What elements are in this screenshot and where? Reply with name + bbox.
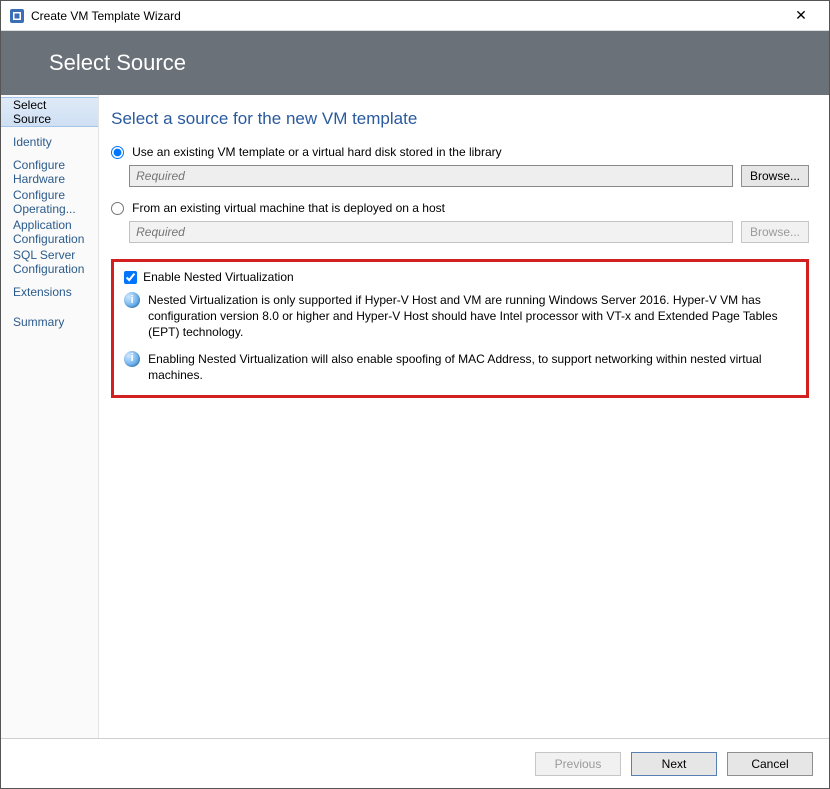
sidebar-item-configure-hardware[interactable]: Configure Hardware [1, 157, 98, 187]
banner-title: Select Source [49, 50, 186, 76]
radio-existing-template[interactable] [111, 146, 124, 159]
info-icon: i [124, 292, 140, 308]
close-icon[interactable]: ✕ [781, 7, 821, 24]
nested-virtualization-highlight: Enable Nested Virtualization i Nested Vi… [111, 259, 809, 398]
radio-existing-template-label: Use an existing VM template or a virtual… [132, 145, 502, 159]
enable-nested-virtualization-label: Enable Nested Virtualization [143, 270, 294, 284]
wizard-banner: Select Source [1, 31, 829, 95]
page-heading: Select a source for the new VM template [111, 109, 809, 129]
wizard-footer: Previous Next Cancel [1, 738, 829, 788]
sidebar-item-application-config[interactable]: Application Configuration [1, 217, 98, 247]
sidebar-item-extensions[interactable]: Extensions [1, 277, 98, 307]
wizard-sidebar: Select Source Identity Configure Hardwar… [1, 95, 99, 738]
nested-info-text-2: Enabling Nested Virtualization will also… [148, 351, 796, 383]
sidebar-item-identity[interactable]: Identity [1, 127, 98, 157]
browse-template-button[interactable]: Browse... [741, 165, 809, 187]
info-icon: i [124, 351, 140, 367]
wizard-main: Select a source for the new VM template … [99, 95, 829, 738]
cancel-button[interactable]: Cancel [727, 752, 813, 776]
existing-vm-field [129, 221, 733, 243]
enable-nested-virtualization-checkbox[interactable] [124, 271, 137, 284]
existing-template-field[interactable] [129, 165, 733, 187]
radio-existing-vm[interactable] [111, 202, 124, 215]
titlebar: Create VM Template Wizard ✕ [1, 1, 829, 31]
previous-button: Previous [535, 752, 621, 776]
radio-existing-vm-label: From an existing virtual machine that is… [132, 201, 445, 215]
nested-info-text-1: Nested Virtualization is only supported … [148, 292, 796, 341]
browse-vm-button: Browse... [741, 221, 809, 243]
sidebar-item-summary[interactable]: Summary [1, 307, 98, 337]
window-title: Create VM Template Wizard [31, 9, 181, 23]
sidebar-item-configure-operating[interactable]: Configure Operating... [1, 187, 98, 217]
next-button[interactable]: Next [631, 752, 717, 776]
app-icon [9, 8, 25, 24]
sidebar-item-sql-config[interactable]: SQL Server Configuration [1, 247, 98, 277]
wizard-window: Create VM Template Wizard ✕ Select Sourc… [0, 0, 830, 789]
sidebar-item-select-source[interactable]: Select Source [1, 97, 98, 127]
